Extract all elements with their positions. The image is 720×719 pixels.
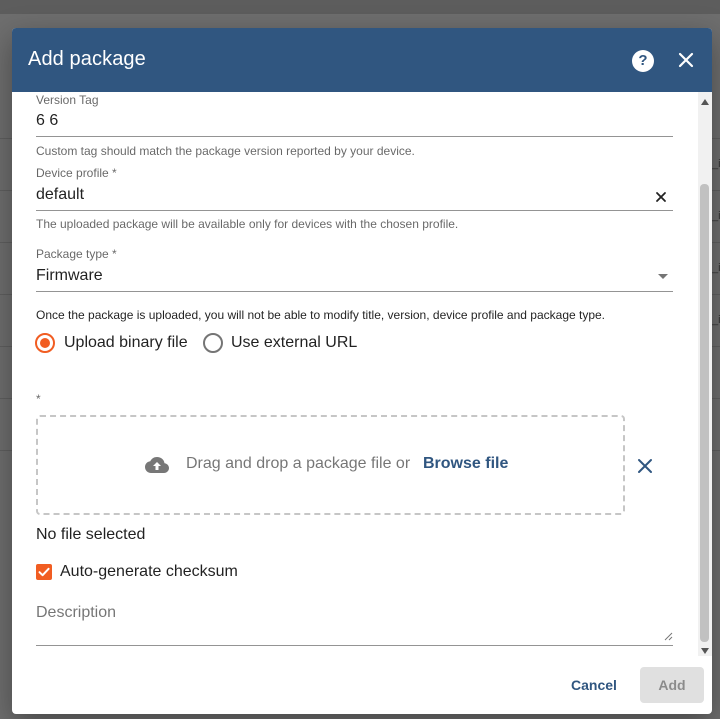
description-underline: [36, 645, 673, 646]
browse-file-link[interactable]: Browse file: [423, 455, 508, 473]
background-toolbar: [0, 0, 720, 14]
scroll-up-icon[interactable]: [701, 99, 709, 105]
package-type-select[interactable]: Firmware: [36, 267, 103, 285]
upload-notice: Once the package is uploaded, you will n…: [36, 308, 606, 322]
version-tag-hint: Custom tag should match the package vers…: [36, 144, 415, 158]
scroll-down-icon[interactable]: [701, 648, 709, 654]
device-profile-hint: The uploaded package will be available o…: [36, 217, 459, 231]
dialog-scrollbar[interactable]: [698, 92, 712, 656]
check-icon: [38, 567, 50, 577]
cloud-upload-icon: [145, 457, 169, 473]
package-type-label: Package type *: [36, 247, 117, 261]
drop-zone-text: Drag and drop a package file or: [186, 455, 411, 472]
resize-handle-icon[interactable]: [663, 631, 673, 641]
cancel-button[interactable]: Cancel: [560, 667, 628, 703]
device-profile-underline: [36, 210, 673, 211]
external-url-label[interactable]: Use external URL: [231, 334, 357, 352]
auto-checksum-label[interactable]: Auto-generate checksum: [60, 563, 238, 581]
remove-file-icon[interactable]: [636, 457, 654, 475]
version-tag-input[interactable]: 6 6: [36, 112, 58, 130]
file-required-marker: *: [36, 392, 41, 406]
clear-device-profile-icon[interactable]: [652, 188, 670, 206]
dialog-header: Add package ?: [12, 28, 712, 92]
description-textarea[interactable]: Description: [36, 604, 116, 622]
dialog-content: Version Tag 6 6 Custom tag should match …: [12, 92, 712, 656]
scrollbar-thumb[interactable]: [700, 184, 709, 642]
chevron-down-icon[interactable]: [658, 274, 668, 279]
background-cell-text: _id: [712, 262, 720, 274]
upload-binary-label[interactable]: Upload binary file: [64, 334, 188, 352]
add-button[interactable]: Add: [640, 667, 704, 703]
background-cell-text: _id: [712, 210, 720, 222]
dialog-title: Add package: [28, 48, 146, 70]
background-cell-text: _id: [712, 314, 720, 326]
package-type-underline: [36, 291, 673, 292]
version-tag-label: Version Tag: [36, 93, 99, 107]
help-circle-icon[interactable]: ?: [632, 50, 654, 72]
device-profile-label: Device profile *: [36, 166, 117, 180]
file-drop-zone[interactable]: Drag and drop a package file or Browse f…: [36, 415, 625, 515]
background-cell-text: _id: [712, 158, 720, 170]
add-package-dialog: Add package ? Version Tag 6 6 Custom tag…: [12, 28, 712, 714]
upload-binary-radio[interactable]: [35, 333, 55, 353]
version-tag-underline: [36, 136, 673, 137]
auto-checksum-checkbox[interactable]: [36, 564, 52, 580]
close-icon[interactable]: [674, 48, 698, 72]
external-url-radio[interactable]: [203, 333, 223, 353]
file-status: No file selected: [36, 526, 146, 543]
device-profile-input[interactable]: default: [36, 186, 84, 204]
dialog-footer: Cancel Add: [12, 656, 712, 714]
